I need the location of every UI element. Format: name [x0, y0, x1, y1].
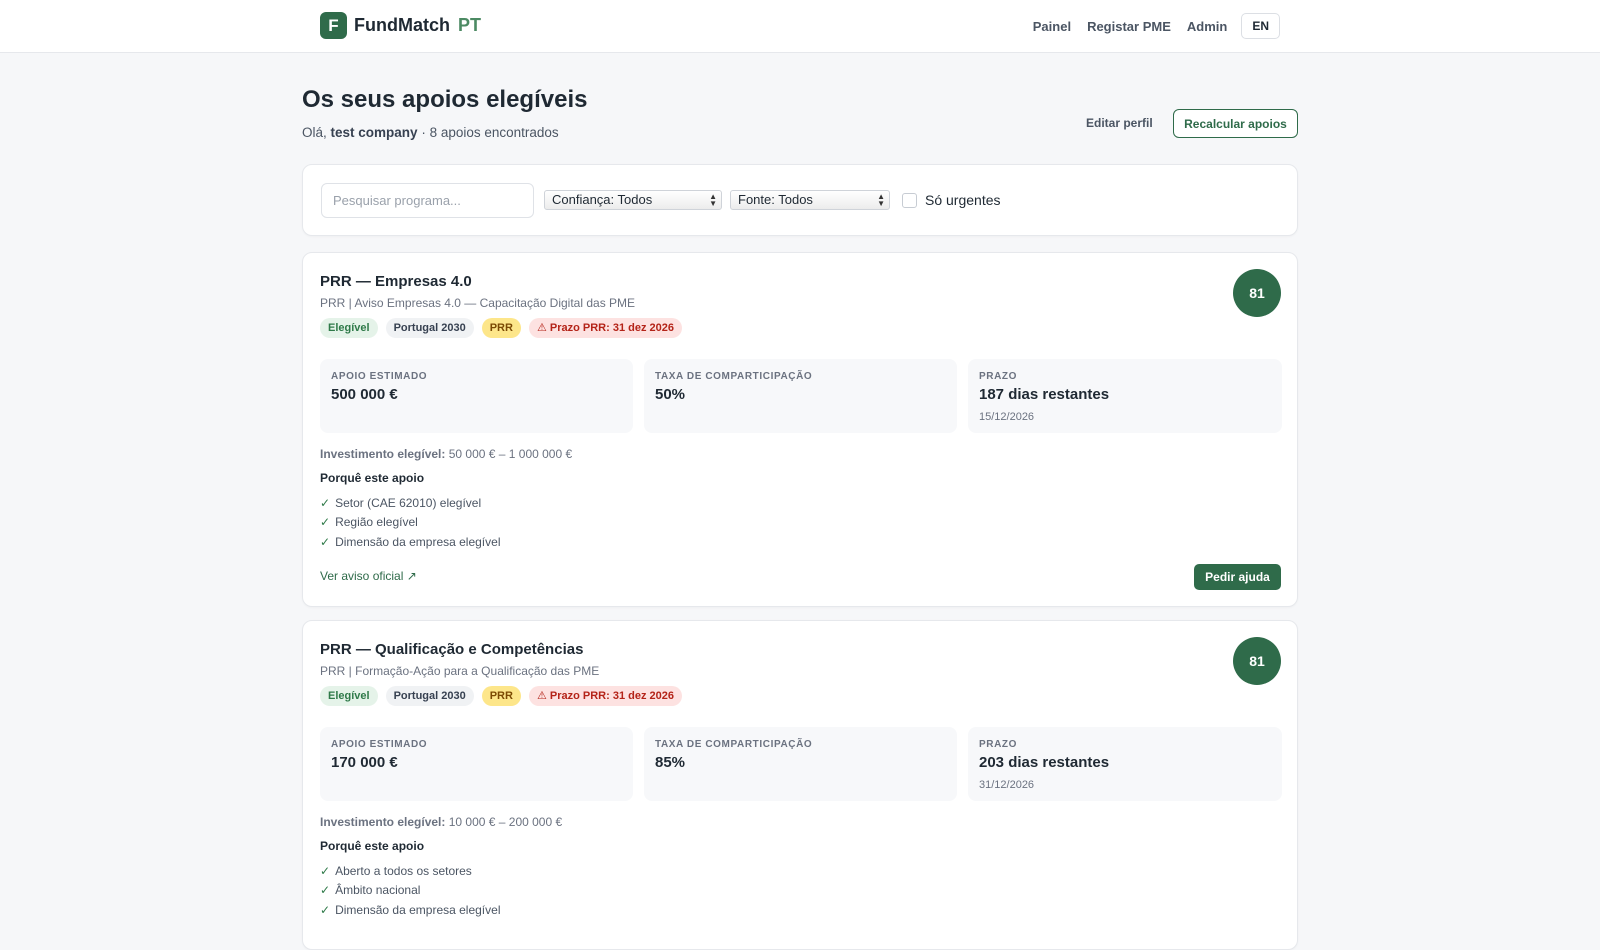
stat-label: APOIO ESTIMADO — [331, 739, 428, 750]
stat-value: 50% — [655, 386, 686, 403]
stat-label: TAXA DE COMPARTICIPAÇÃO — [655, 371, 813, 382]
top-navbar: F FundMatch PT Painel Registar PME Admin… — [0, 0, 1600, 53]
deadline-date: 31/12/2026 — [979, 779, 1035, 791]
confidence-select[interactable]: Confiança: Todos ▲ ▼ — [544, 190, 722, 210]
badge-row: Elegível Portugal 2030 PRR ⚠ Prazo PRR: … — [320, 686, 690, 706]
prr-badge: PRR — [481, 686, 521, 706]
filter-bar: Confiança: Todos ▲▼ Fonte: Todos ▲▼ Só u… — [302, 164, 1298, 236]
deadline-warning-badge: ⚠ Prazo PRR: 31 dez 2026 — [528, 686, 682, 706]
select-arrows-icon: ▲ ▼ — [877, 192, 885, 208]
reason-text: Aberto a todos os setores — [335, 863, 472, 878]
confidence-select-value: Confiança: Todos — [552, 192, 653, 207]
program-title: PRR — Qualificação e Competências — [320, 641, 584, 658]
nav-registar-pme[interactable]: Registar PME — [1087, 19, 1171, 34]
source-select-value: Fonte: Todos — [738, 192, 813, 207]
prr-badge: PRR — [481, 318, 521, 338]
badge-row: Elegível Portugal 2030 PRR ⚠ Prazo PRR: … — [320, 318, 690, 338]
check-icon: ✓ — [320, 534, 331, 549]
eligible-investment: Investimento elegível: 10 000 € – 200 00… — [320, 815, 562, 829]
brand-logo-icon: F — [320, 12, 347, 39]
list-item: ✓ Aberto a todos os setores — [320, 861, 500, 881]
deadline-date: 15/12/2026 — [979, 411, 1035, 423]
eligible-badge: Elegível — [320, 318, 378, 338]
nav-painel[interactable]: Painel — [1033, 19, 1071, 34]
check-icon: ✓ — [320, 902, 331, 917]
edit-profile-link[interactable]: Editar perfil — [1086, 116, 1153, 130]
company-name: test company — [330, 125, 418, 140]
greeting-prefix: Olá, — [302, 125, 327, 140]
stat-value: 170 000 € — [331, 754, 398, 771]
source-badge: Portugal 2030 — [385, 686, 474, 706]
results-count: · 8 apoios encontrados — [421, 125, 559, 140]
reason-text: Região elegível — [335, 515, 418, 530]
reasons-list: ✓ Setor (CAE 62010) elegível ✓ Região eleg… — [320, 493, 500, 552]
eligible-investment: Investimento elegível: 50 000 € – 1 000 … — [320, 447, 572, 461]
check-icon: ✓ — [320, 515, 331, 530]
page-title: Os seus apoios elegíveis — [302, 86, 588, 113]
list-item: ✓ Dimensão da empresa elegível — [320, 900, 500, 920]
language-toggle-button[interactable]: EN — [1241, 13, 1280, 39]
program-subtitle: PRR | Aviso Empresas 4.0 — Capacitação D… — [320, 296, 636, 310]
estimated-support-stat: APOIO ESTIMADO 500 000 € — [320, 359, 633, 433]
stat-label: TAXA DE COMPARTICIPAÇÃO — [655, 739, 813, 750]
program-card: PRR — Empresas 4.0 PRR | Aviso Empresas … — [302, 252, 1298, 607]
check-icon: ✓ — [320, 863, 331, 878]
cofinancing-rate-stat: TAXA DE COMPARTICIPAÇÃO 50% — [644, 359, 957, 433]
invest-value: 10 000 € – 200 000 € — [448, 815, 563, 829]
deadline-stat: PRAZO 187 dias restantes 15/12/2026 — [968, 359, 1282, 433]
source-select[interactable]: Fonte: Todos ▲ ▼ — [730, 190, 890, 210]
brand-name: FundMatch — [354, 15, 450, 35]
source-badge: Portugal 2030 — [385, 318, 474, 338]
main-nav: Painel Registar PME Admin EN — [1017, 13, 1280, 39]
urgent-label: Só urgentes — [925, 192, 1001, 208]
list-item: ✓ Setor (CAE 62010) elegível — [320, 493, 500, 513]
stat-value: 203 dias restantes — [979, 754, 1110, 771]
stat-label: PRAZO — [979, 371, 1017, 382]
invest-label: Investimento elegível: — [320, 815, 446, 829]
list-item: ✓ Região elegível — [320, 513, 500, 533]
program-card: PRR — Qualificação e Competências PRR | … — [302, 620, 1298, 950]
deadline-warning-badge: ⚠ Prazo PRR: 31 dez 2026 — [528, 318, 682, 338]
eligible-badge: Elegível — [320, 686, 378, 706]
stat-value: 500 000 € — [331, 386, 398, 403]
stat-label: PRAZO — [979, 739, 1017, 750]
reason-text: Âmbito nacional — [335, 883, 421, 898]
official-notice-link[interactable]: Ver aviso oficial ↗ — [320, 569, 417, 583]
why-title: Porquê este apoio — [320, 471, 425, 485]
program-subtitle: PRR | Formação-Ação para a Qualificação … — [320, 664, 600, 678]
match-score: 81 — [1233, 269, 1281, 317]
brand-suffix: PT — [458, 15, 482, 35]
estimated-support-stat: APOIO ESTIMADO 170 000 € — [320, 727, 633, 801]
stat-value: 85% — [655, 754, 686, 771]
reasons-list: ✓ Aberto a todos os setores ✓ Âmbito nacio… — [320, 861, 500, 920]
search-input[interactable] — [321, 183, 534, 218]
reason-text: Setor (CAE 62010) elegível — [335, 495, 482, 510]
urgent-filter[interactable]: Só urgentes — [902, 192, 1001, 208]
urgent-checkbox[interactable] — [902, 192, 917, 208]
recalculate-button[interactable]: Recalcular apoios — [1173, 109, 1298, 138]
select-arrows-icon: ▲ ▼ — [709, 192, 717, 208]
invest-value: 50 000 € – 1 000 000 € — [448, 447, 573, 461]
stat-value: 187 dias restantes — [979, 386, 1110, 403]
page-subtitle: Olá, test company · 8 apoios encontrados — [302, 125, 559, 140]
list-item: ✓ Âmbito nacional — [320, 881, 500, 901]
why-title: Porquê este apoio — [320, 839, 425, 853]
stat-label: APOIO ESTIMADO — [331, 371, 428, 382]
nav-admin[interactable]: Admin — [1187, 19, 1227, 34]
deadline-stat: PRAZO 203 dias restantes 31/12/2026 — [968, 727, 1282, 801]
match-score: 81 — [1233, 637, 1281, 685]
program-title: PRR — Empresas 4.0 — [320, 273, 472, 290]
list-item: ✓ Dimensão da empresa elegível — [320, 532, 500, 552]
reason-text: Dimensão da empresa elegível — [335, 534, 501, 549]
brand[interactable]: F FundMatch PT — [320, 12, 481, 39]
request-help-button[interactable]: Pedir ajuda — [1194, 564, 1281, 590]
check-icon: ✓ — [320, 495, 331, 510]
reason-text: Dimensão da empresa elegível — [335, 902, 501, 917]
check-icon: ✓ — [320, 883, 331, 898]
cofinancing-rate-stat: TAXA DE COMPARTICIPAÇÃO 85% — [644, 727, 957, 801]
invest-label: Investimento elegível: — [320, 447, 446, 461]
